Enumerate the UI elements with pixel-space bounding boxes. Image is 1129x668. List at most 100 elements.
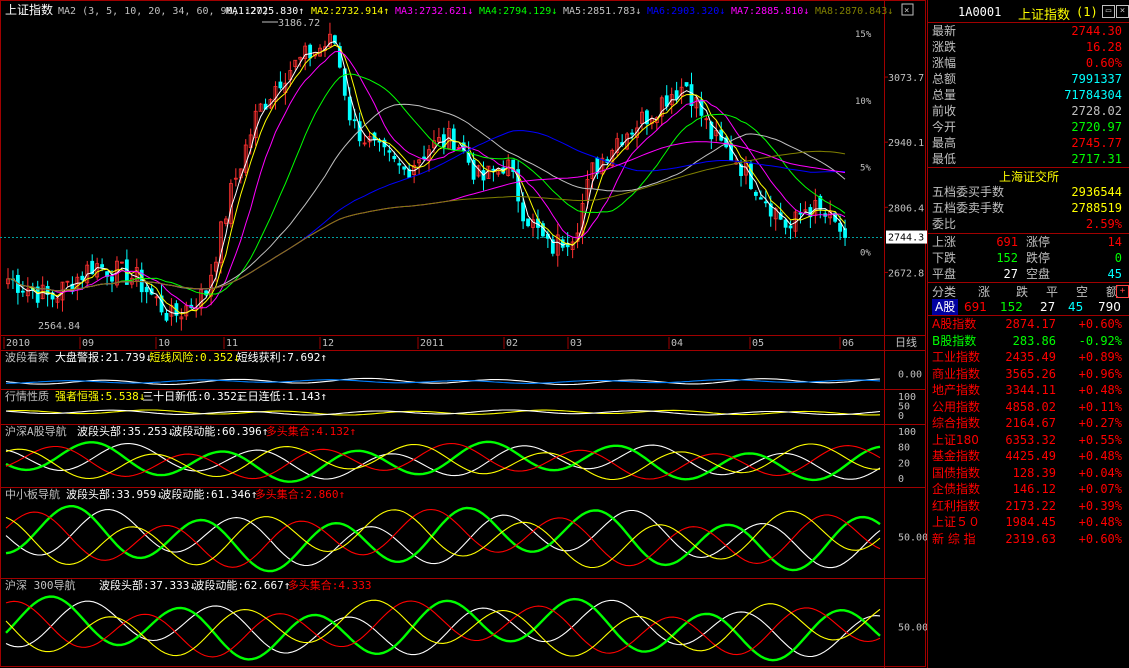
stock-code: 1A0001 [958, 5, 1002, 19]
index-change: +0.60% [1078, 317, 1122, 331]
index-row[interactable]: 红利指数 2173.22 +0.39% [928, 498, 1128, 514]
index-row[interactable]: A股指数 2874.17 +0.60% [928, 316, 1128, 332]
index-change: -0.92% [1078, 333, 1122, 348]
breadth-row: 上涨 691 涨停 14 [928, 234, 1128, 250]
index-row[interactable]: 国债指数 128.39 +0.04% [928, 465, 1128, 481]
order-label: 五档委卖手数 [932, 201, 1005, 215]
index-row[interactable]: 地产指数 3344.11 +0.48% [928, 382, 1128, 398]
price-axis-label: 2672.8 [888, 268, 924, 279]
index-row[interactable]: 上证５０ 1984.45 +0.48% [928, 514, 1128, 530]
sub-panel-value: 短线风险:0.352↓ [149, 350, 239, 364]
index-name: A股指数 [932, 317, 977, 331]
candle-body [347, 96, 352, 121]
index-value: 1984.45 [1005, 515, 1056, 529]
sub-panel-title: 行情性质 [5, 389, 49, 403]
candle-body [630, 132, 634, 135]
chart-frame [0, 0, 926, 667]
quote-label: 今开 [932, 120, 957, 134]
ma-value: MA4:2794.129↓ [479, 6, 557, 17]
quote-row: 涨幅 0.60% [928, 55, 1128, 71]
index-change: +0.60% [1078, 531, 1122, 546]
category-header: 平 [1046, 285, 1059, 299]
candle-body [838, 222, 842, 232]
index-value: 3344.11 [1005, 383, 1056, 397]
quote-label: 总额 [932, 72, 957, 86]
date-label: 05 [752, 338, 764, 349]
index-row[interactable]: B股指数 283.86 -0.92% [928, 333, 1128, 349]
category-header: 空 [1076, 285, 1089, 299]
index-name: 国债指数 [932, 465, 981, 480]
order-value: 2788519 [1071, 201, 1122, 215]
order-value: 2936544 [1071, 185, 1122, 199]
candle-body [80, 275, 85, 281]
index-name: 上证５０ [932, 515, 981, 529]
breadth-label: 下跌 [932, 251, 957, 265]
candle-body [392, 156, 397, 160]
ma-value: MA3:2732.621↓ [395, 6, 473, 17]
breadth-value: 0 [1114, 251, 1122, 265]
category-header: 分类 [932, 285, 957, 299]
index-row[interactable]: 商业指数 3565.26 +0.96% [928, 366, 1128, 382]
index-name: 上证180 [932, 432, 979, 447]
sub-panel-title: 中小板导航 [5, 487, 60, 501]
index-name: 商业指数 [932, 366, 981, 381]
breadth-label: 涨停 [1026, 235, 1051, 249]
sub-axis-label: 100 [898, 427, 916, 438]
quote-row: 今开 2720.97 [928, 119, 1128, 135]
index-row[interactable]: 综合指数 2164.67 +0.27% [928, 415, 1128, 431]
category-flat: 27 [1040, 300, 1056, 314]
index-row[interactable]: 上证180 6353.32 +0.55% [928, 432, 1128, 448]
quote-row: 总量 71784304 [928, 87, 1128, 103]
pct-axis-label: 5% [860, 164, 871, 174]
quote-value: 2728.02 [1071, 104, 1122, 118]
kline-chart-area[interactable]: 上证指数 MA2 (3, 5, 10, 20, 34, 60, 90, 120)M… [0, 0, 927, 668]
quote-label: 总量 [932, 88, 957, 102]
index-change: +0.11% [1078, 399, 1122, 414]
quote-value: 16.28 [1085, 40, 1122, 54]
index-row[interactable]: 新 综 指 2319.63 +0.60% [928, 531, 1128, 547]
index-change: +0.07% [1078, 482, 1122, 496]
index-value: 2164.67 [1005, 416, 1056, 430]
sub-panel-title: 沪深 300导航 [5, 578, 76, 592]
order-row: 五档委卖手数 2788519 [928, 200, 1128, 216]
date-label: 02 [506, 338, 518, 349]
restore-icon[interactable]: ▭ [1102, 5, 1115, 18]
index-row[interactable]: 基金指数 4425.49 +0.48% [928, 448, 1128, 464]
candle-body [352, 119, 357, 122]
sub-axis-label: 0 [898, 474, 904, 485]
index-row[interactable]: 工业指数 2435.49 +0.89% [928, 349, 1128, 365]
candle-body [753, 191, 758, 196]
sub-axis-label: 50.00 [898, 623, 927, 634]
sub-axis-label: 50.00 [898, 533, 927, 544]
quote-row: 最新 2744.30 [928, 23, 1128, 39]
category-header: 涨 [978, 285, 991, 299]
ma-value: MA8:2870.843↓ [815, 6, 893, 17]
expand-icon[interactable]: + [1116, 285, 1129, 298]
sub-axis-label: 0 [898, 411, 904, 422]
ma-line [7, 150, 846, 292]
price-axis-label: 3073.7 [888, 73, 924, 84]
sub-axis-label: 80 [898, 443, 910, 454]
candle-body [20, 290, 25, 293]
candle-body [100, 264, 105, 268]
index-value: 283.86 [1012, 333, 1056, 348]
quote-row: 前收 2728.02 [928, 103, 1128, 119]
index-name: 基金指数 [932, 449, 981, 463]
date-label: 06 [842, 338, 854, 349]
category-row[interactable]: A股 691 152 27 45 790 [928, 299, 1128, 315]
index-change: +0.96% [1078, 366, 1122, 381]
sub-panel-value: 多头集合:2.860↑ [255, 487, 345, 501]
close-icon[interactable]: × [1116, 5, 1129, 18]
quote-label: 涨跌 [932, 40, 957, 54]
sub-panel-value: 波段动能:61.346↑ [160, 487, 257, 501]
candle-body [110, 276, 114, 282]
main-title: 上证指数 [5, 2, 53, 17]
index-name: 工业指数 [932, 350, 981, 364]
index-value: 146.12 [1012, 482, 1056, 496]
price-axis-label: 2806.4 [888, 203, 924, 214]
index-row[interactable]: 企债指数 146.12 +0.07% [928, 481, 1128, 497]
quote-value: 0.60% [1085, 56, 1122, 70]
index-change: +0.48% [1078, 515, 1122, 529]
breadth-label: 空盘 [1026, 267, 1051, 281]
index-row[interactable]: 公用指数 4858.02 +0.11% [928, 399, 1128, 415]
